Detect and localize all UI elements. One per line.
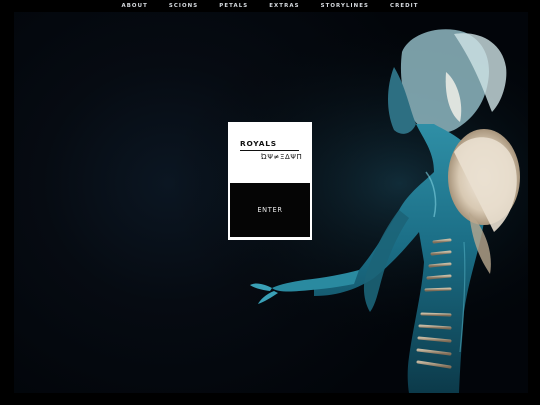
- nav-extras-link[interactable]: EXTRAS: [269, 0, 299, 12]
- nav-scions-link[interactable]: SCIONS: [169, 0, 198, 12]
- enter-button[interactable]: ENTER: [230, 183, 310, 237]
- nav-about-link[interactable]: ABOUT: [121, 0, 147, 12]
- card-divider: [240, 150, 299, 151]
- nav-petals-link[interactable]: PETALS: [219, 0, 248, 12]
- top-navigation: ABOUT SCIONS PETALS EXTRAS STORYLINES CR…: [0, 0, 540, 12]
- nav-storylines-link[interactable]: STORYLINES: [321, 0, 369, 12]
- card-glyph-subtitle: ΏΨ≠ΞΔΨΠ: [261, 153, 303, 161]
- card-title: ROYALS: [240, 139, 277, 148]
- nav-credit-link[interactable]: CREDIT: [390, 0, 419, 12]
- intro-card: ROYALS ΏΨ≠ΞΔΨΠ ENTER: [228, 122, 312, 240]
- splash-page: ABOUT SCIONS PETALS EXTRAS STORYLINES CR…: [0, 0, 540, 405]
